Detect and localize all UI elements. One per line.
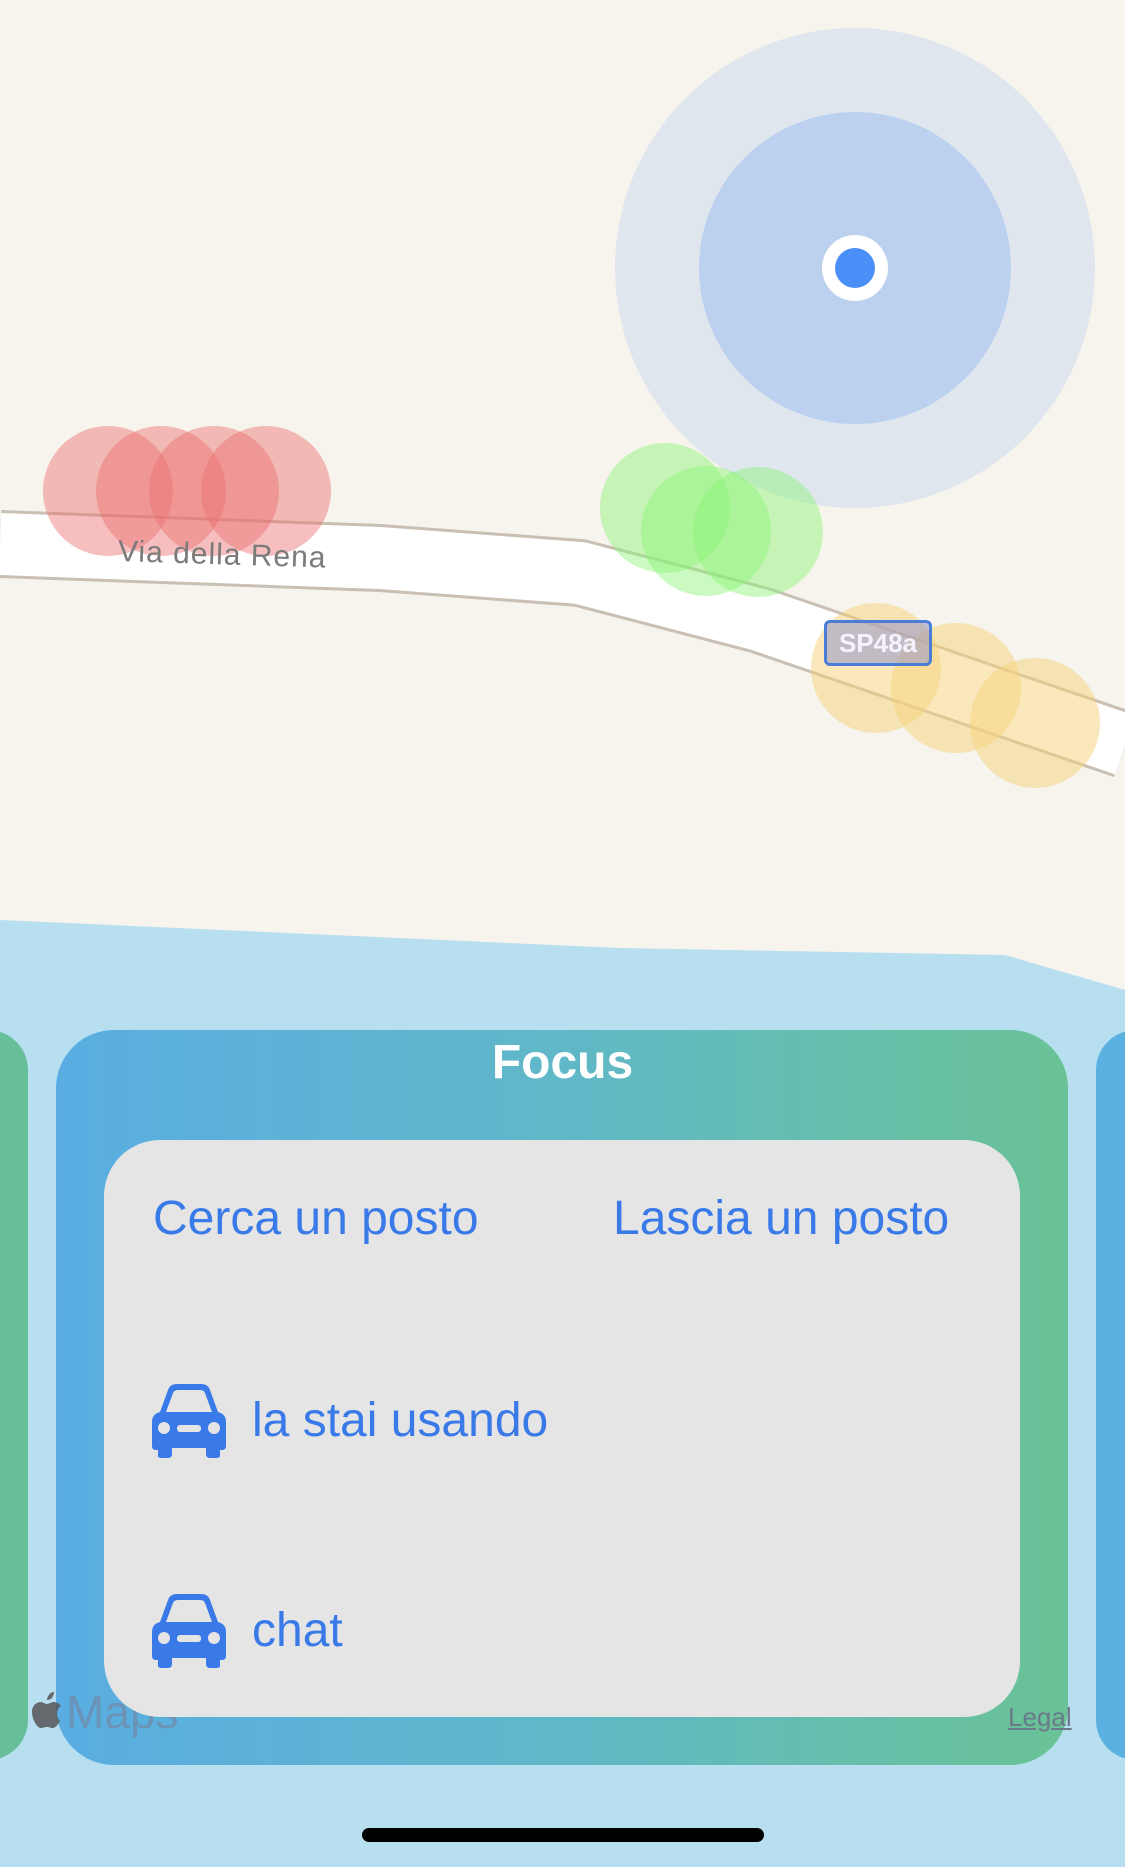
chat-button[interactable]: chat <box>252 1603 343 1658</box>
user-location-dot-icon[interactable] <box>822 235 888 301</box>
carousel-card-previous[interactable] <box>0 1030 28 1760</box>
car-icon <box>152 1384 226 1458</box>
focus-card-title: Focus <box>491 1036 634 1089</box>
legal-link[interactable]: Legal <box>1008 1702 1072 1733</box>
apple-logo-icon <box>32 1692 61 1728</box>
leave-spot-button[interactable]: Lascia un posto <box>613 1191 949 1246</box>
yellow-marker[interactable] <box>970 658 1100 788</box>
home-indicator[interactable] <box>362 1828 764 1842</box>
road-shield-badge: SP48a <box>824 620 932 666</box>
car-icon <box>152 1594 226 1668</box>
road-name-label: Via della Rena <box>117 535 328 575</box>
in-use-button[interactable]: la stai usando <box>252 1393 548 1448</box>
red-marker[interactable] <box>201 426 331 556</box>
carousel-card-next[interactable] <box>1096 1030 1125 1760</box>
search-spot-button[interactable]: Cerca un posto <box>153 1191 479 1246</box>
green-marker[interactable] <box>693 467 823 597</box>
